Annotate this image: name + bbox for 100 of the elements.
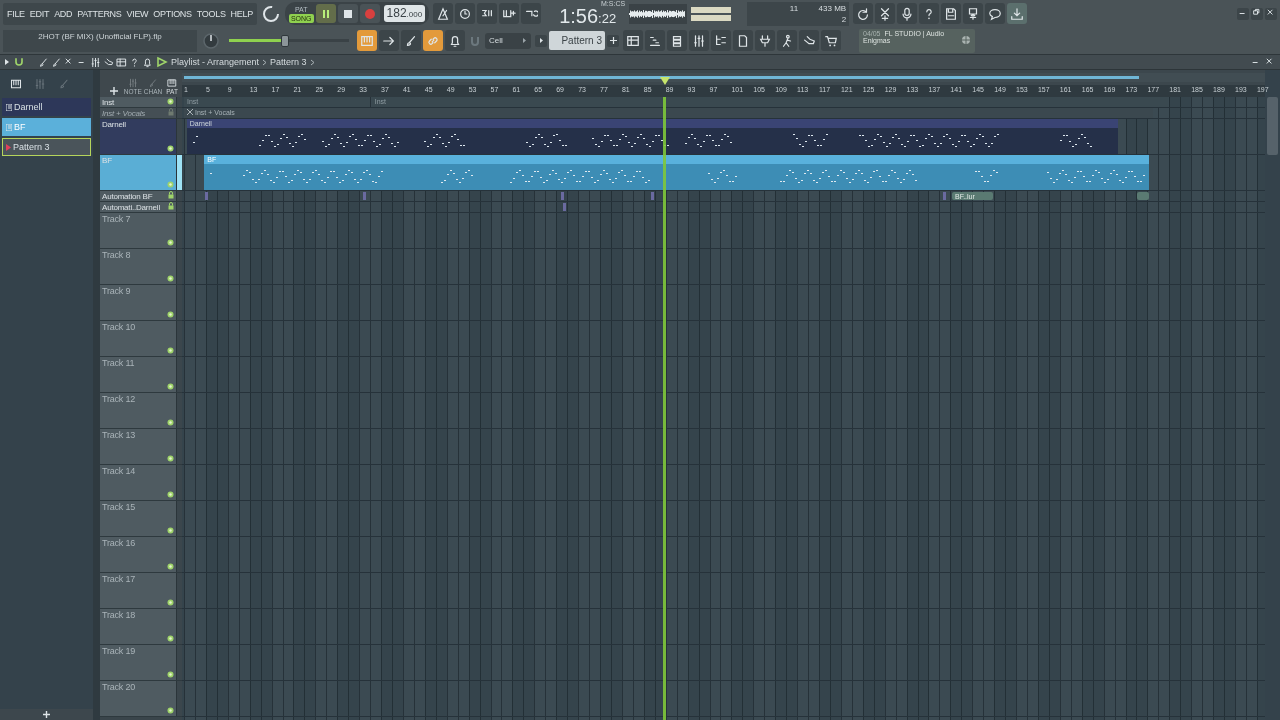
- menu-item[interactable]: VIEW: [125, 8, 150, 19]
- menu-item[interactable]: FILE: [6, 8, 26, 19]
- menu-item[interactable]: OPTIONS: [152, 8, 193, 19]
- menu-item[interactable]: HELP: [229, 8, 254, 19]
- scrollbar-thumb[interactable]: [1267, 97, 1278, 155]
- wait-button[interactable]: [455, 3, 476, 24]
- track-header[interactable]: Darnell: [100, 119, 182, 155]
- close-button[interactable]: [1265, 7, 1277, 20]
- automation-clip[interactable]: [363, 192, 366, 200]
- mixer-button[interactable]: [689, 30, 709, 51]
- view-mode-button[interactable]: [379, 30, 399, 51]
- track-header[interactable]: Track 10: [100, 321, 182, 357]
- view-mode-button[interactable]: [445, 30, 465, 51]
- save-button[interactable]: [941, 3, 962, 24]
- knob-icon[interactable]: [260, 3, 281, 24]
- pattern-item[interactable]: Pattern 3: [2, 138, 91, 156]
- enabled-dot-icon[interactable]: [167, 599, 174, 606]
- export-button[interactable]: [963, 3, 984, 24]
- restore-button[interactable]: [1251, 7, 1263, 20]
- countdown-button[interactable]: [477, 3, 498, 24]
- metronome-button[interactable]: [433, 3, 454, 24]
- menu-arrow-icon[interactable]: [4, 58, 10, 66]
- enabled-dot-icon[interactable]: [167, 671, 174, 678]
- track-name: Track 19: [102, 646, 136, 656]
- minimize-button[interactable]: [1237, 7, 1249, 20]
- shop-button[interactable]: [821, 30, 841, 51]
- pattern-item[interactable]: BF: [2, 118, 91, 136]
- track-header[interactable]: Track 17: [100, 573, 182, 609]
- document-icon: [736, 33, 750, 48]
- project-info-button[interactable]: [733, 30, 753, 51]
- browser-button[interactable]: [711, 30, 731, 51]
- enabled-dot-icon[interactable]: [167, 98, 174, 105]
- overview-scrollbar[interactable]: [182, 70, 1265, 85]
- enabled-dot-icon[interactable]: [167, 145, 174, 152]
- download-button[interactable]: [1007, 3, 1028, 24]
- pause-button[interactable]: [315, 4, 336, 23]
- menu-item[interactable]: TOOLS: [195, 8, 227, 19]
- plugin-button[interactable]: [755, 30, 775, 51]
- automation-clip[interactable]: [204, 192, 208, 200]
- loop-record-button[interactable]: [521, 3, 542, 24]
- playlist-button[interactable]: [623, 30, 643, 51]
- cut-button[interactable]: [875, 3, 896, 24]
- track-header[interactable]: Track 15: [100, 501, 182, 537]
- enabled-dot-icon[interactable]: [167, 635, 174, 642]
- touch-controller-button[interactable]: [777, 30, 797, 51]
- lock-icon[interactable]: [168, 191, 174, 199]
- track-name: BF: [102, 156, 112, 165]
- pattern-prev-button[interactable]: [535, 34, 547, 47]
- track-header[interactable]: Track 7: [100, 213, 182, 249]
- stop-button[interactable]: [337, 4, 358, 23]
- automation-clip[interactable]: [651, 192, 655, 200]
- enabled-dot-icon[interactable]: [167, 311, 174, 318]
- lock-icon[interactable]: [168, 202, 174, 210]
- menu-item[interactable]: PATTERNS: [76, 8, 123, 19]
- track-header[interactable]: Track 9: [100, 285, 182, 321]
- track-header[interactable]: Track 14: [100, 465, 182, 501]
- pattern-item[interactable]: Darnell: [2, 98, 91, 116]
- piano-icon: [10, 77, 22, 90]
- pattern-selector[interactable]: Pattern 3: [549, 31, 605, 50]
- enabled-dot-icon[interactable]: [167, 563, 174, 570]
- tempo-field[interactable]: 182.000: [383, 5, 426, 22]
- enabled-dot-icon[interactable]: [167, 527, 174, 534]
- track-header[interactable]: Track 20: [100, 681, 182, 717]
- hint-button[interactable]: [799, 30, 819, 51]
- track-header[interactable]: Track 12: [100, 393, 182, 429]
- track-header[interactable]: Track 11: [100, 357, 182, 393]
- enabled-dot-icon[interactable]: [167, 491, 174, 498]
- track-header[interactable]: Inst: [100, 97, 182, 108]
- enabled-dot-icon[interactable]: [167, 181, 174, 188]
- undo-button[interactable]: [853, 3, 874, 24]
- enabled-dot-icon[interactable]: [167, 347, 174, 354]
- record-audio-button[interactable]: [897, 3, 918, 24]
- track-name: Darnell: [102, 120, 126, 129]
- menu-item[interactable]: EDIT: [28, 8, 51, 19]
- enabled-dot-icon[interactable]: [167, 383, 174, 390]
- view-mode-button[interactable]: [401, 30, 421, 51]
- automation-clip[interactable]: [943, 192, 947, 200]
- track-header[interactable]: Track 16: [100, 537, 182, 573]
- track-header[interactable]: Track 13: [100, 429, 182, 465]
- enabled-dot-icon[interactable]: [167, 419, 174, 426]
- plus-icon[interactable]: [43, 711, 50, 718]
- knob-icon[interactable]: [201, 30, 221, 51]
- piano-roll-button[interactable]: [645, 30, 665, 51]
- enabled-dot-icon[interactable]: [167, 455, 174, 462]
- enabled-dot-icon[interactable]: [167, 707, 174, 714]
- automation-clip[interactable]: [1137, 192, 1150, 200]
- menu-item[interactable]: ADD: [53, 8, 74, 19]
- playlist-icon[interactable]: [156, 56, 168, 68]
- enabled-dot-icon[interactable]: [167, 275, 174, 282]
- track-header[interactable]: Track 19: [100, 645, 182, 681]
- track-header[interactable]: Track 18: [100, 609, 182, 645]
- step-edit-button[interactable]: [499, 3, 520, 24]
- enabled-dot-icon[interactable]: [167, 239, 174, 246]
- add-pattern-button[interactable]: [607, 34, 619, 47]
- snap-dropdown[interactable]: Cell: [485, 32, 531, 49]
- channel-rack-button[interactable]: [667, 30, 687, 51]
- chat-button[interactable]: [985, 3, 1006, 24]
- help-button[interactable]: [919, 3, 940, 24]
- track-header[interactable]: Track 8: [100, 249, 182, 285]
- sliders-icon: [127, 78, 138, 88]
